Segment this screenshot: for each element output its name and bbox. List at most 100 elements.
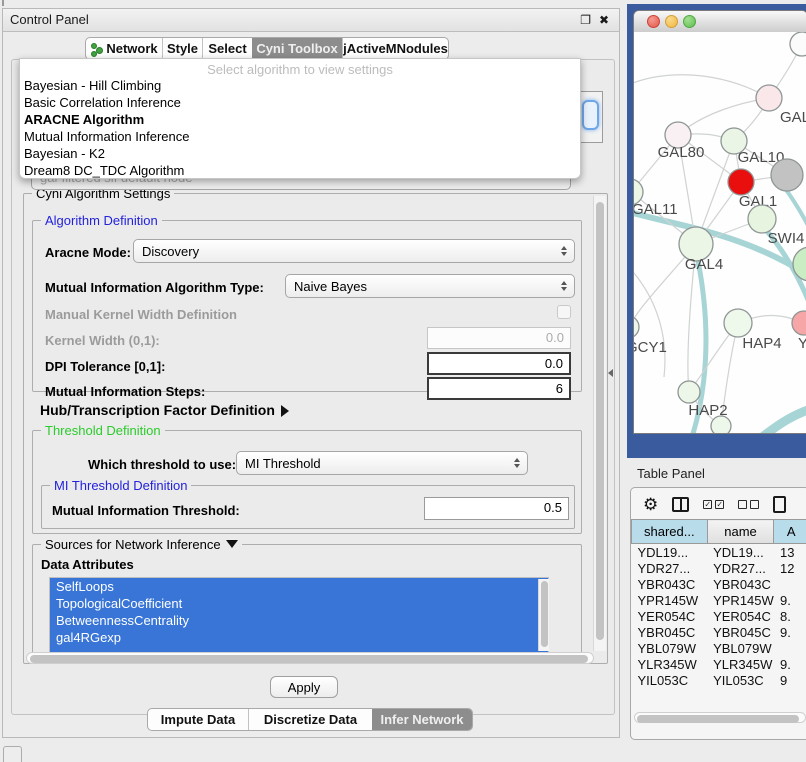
algorithm-option[interactable]: Basic Correlation Inference xyxy=(20,94,580,111)
algorithm-option[interactable]: Bayesian - Hill Climbing xyxy=(20,77,580,94)
column-header-name[interactable]: name xyxy=(707,520,774,544)
new-table-icon[interactable] xyxy=(773,496,786,513)
attribute-list-item[interactable]: TopologicalCoefficient xyxy=(50,595,548,612)
table-cell[interactable]: YPR145W xyxy=(707,592,774,608)
table-cell[interactable]: 9 xyxy=(774,672,806,688)
algorithm-option[interactable]: Bayesian - K2 xyxy=(20,145,580,162)
select-all-columns-icon[interactable]: ✓✓ xyxy=(703,500,724,509)
network-node-hap2[interactable] xyxy=(678,381,700,403)
panel-grip[interactable] xyxy=(3,746,22,762)
table-cell[interactable]: YLR345W xyxy=(632,656,708,672)
network-graph[interactable]: GALGAL80GAL10GAL1GAL11SWI4GAL4GCY1HAP4YH… xyxy=(634,32,806,434)
settings-horizontal-scrollbar[interactable] xyxy=(26,652,594,664)
table-horizontal-scrollbar[interactable] xyxy=(634,712,806,723)
table-cell[interactable]: YBR045C xyxy=(632,624,708,640)
table-row[interactable]: YDR27...YDR27...12 xyxy=(632,560,806,576)
network-edge[interactable] xyxy=(678,98,769,135)
tab-discretize-data[interactable]: Discretize Data xyxy=(248,709,372,730)
table-cell[interactable]: YBR045C xyxy=(707,624,774,640)
table-cell[interactable]: YBR043C xyxy=(632,576,708,592)
table-cell[interactable]: YER054C xyxy=(707,608,774,624)
tab-infer-network[interactable]: Infer Network xyxy=(372,709,472,730)
settings-vertical-scrollbar[interactable] xyxy=(593,196,606,651)
table-row[interactable]: YBR045CYBR045C9. xyxy=(632,624,806,640)
splitter-collapse-icon[interactable] xyxy=(608,369,613,377)
network-edge[interactable] xyxy=(634,75,769,98)
tab-network[interactable]: Network xyxy=(86,38,162,59)
split-columns-icon[interactable] xyxy=(672,497,689,512)
attribute-list-item[interactable]: SelfLoops xyxy=(50,578,548,595)
mi-threshold-input[interactable]: 0.5 xyxy=(424,497,569,520)
network-node[interactable] xyxy=(790,32,806,56)
combobox-stepper-focus[interactable] xyxy=(582,100,599,130)
network-node-gcy1[interactable] xyxy=(634,316,639,338)
network-edge[interactable] xyxy=(634,262,665,377)
table-cell[interactable]: 13 xyxy=(774,544,806,561)
table-cell[interactable]: YDL19... xyxy=(707,544,774,561)
network-edge[interactable] xyxy=(744,404,806,434)
table-cell[interactable]: YBR043C xyxy=(707,576,774,592)
algorithm-option[interactable]: Mutual Information Inference xyxy=(20,128,580,145)
table-cell[interactable] xyxy=(774,576,806,592)
algorithm-option[interactable]: ARACNE Algorithm xyxy=(20,111,580,128)
attribute-list-item[interactable]: gal4RGexp xyxy=(50,629,548,646)
apply-button[interactable]: Apply xyxy=(270,676,338,698)
table-row[interactable]: YBL079WYBL079W xyxy=(632,640,806,656)
zoom-traffic-light-icon[interactable] xyxy=(683,15,696,28)
kernel-width-input[interactable]: 0.0 xyxy=(427,327,571,349)
network-node-swi4[interactable] xyxy=(748,205,776,233)
table-cell[interactable]: 12 xyxy=(774,560,806,576)
hub-definition-expander[interactable]: Hub/Transcription Factor Definition xyxy=(40,402,289,418)
table-horizontal-scrollbar-thumb[interactable] xyxy=(637,715,799,723)
network-window-titlebar[interactable] xyxy=(634,11,806,33)
settings-horizontal-scrollbar-thumb[interactable] xyxy=(30,655,588,663)
table-row[interactable]: YER054CYER054C8. xyxy=(632,608,806,624)
mi-type-combobox[interactable]: Naive Bayes xyxy=(285,274,575,298)
settings-vertical-scrollbar-thumb[interactable] xyxy=(596,202,604,640)
attribute-list-item[interactable]: BetweennessCentrality xyxy=(50,612,548,629)
table-cell[interactable]: YDR27... xyxy=(707,560,774,576)
tab-select[interactable]: Select xyxy=(202,38,252,59)
table-row[interactable]: YDL19...YDL19...13 xyxy=(632,544,806,561)
float-window-icon[interactable]: ❐ xyxy=(580,13,591,27)
network-node-hap4[interactable] xyxy=(724,309,752,337)
table-cell[interactable]: YBL079W xyxy=(707,640,774,656)
algorithm-option[interactable]: Dream8 DC_TDC Algorithm xyxy=(20,162,580,179)
table-cell[interactable]: YIL053C xyxy=(632,672,708,688)
table-cell[interactable]: YER054C xyxy=(632,608,708,624)
network-node[interactable] xyxy=(711,416,731,434)
table-cell[interactable]: YDR27... xyxy=(632,560,708,576)
table-cell[interactable]: YDL19... xyxy=(632,544,708,561)
algorithm-combobox-fragment[interactable] xyxy=(579,91,603,143)
network-node[interactable] xyxy=(771,159,803,191)
gear-icon[interactable]: ⚙ xyxy=(643,496,658,513)
tab-style[interactable]: Style xyxy=(162,38,202,59)
table-cell[interactable]: 9. xyxy=(774,592,806,608)
network-node-gal[interactable] xyxy=(756,85,782,111)
table-cell[interactable]: YIL053C xyxy=(707,672,774,688)
minimize-traffic-light-icon[interactable] xyxy=(665,15,678,28)
dpi-tolerance-input[interactable]: 0.0 xyxy=(427,352,571,375)
tab-jactivemnodules[interactable]: jActiveMNodules xyxy=(342,38,448,59)
table-row[interactable]: YLR345WYLR345W9. xyxy=(632,656,806,672)
aracne-mode-combobox[interactable]: Discovery xyxy=(133,239,575,263)
table-cell[interactable]: 8. xyxy=(774,608,806,624)
manual-kernel-checkbox[interactable] xyxy=(557,305,571,319)
column-header-shared[interactable]: shared... xyxy=(632,520,708,544)
table-cell[interactable]: YBL079W xyxy=(632,640,708,656)
close-window-icon[interactable]: ✖ xyxy=(599,13,609,27)
table-cell[interactable]: 9. xyxy=(774,656,806,672)
table-row[interactable]: YPR145WYPR145W9. xyxy=(632,592,806,608)
table-cell[interactable]: 9. xyxy=(774,624,806,640)
tab-impute-data[interactable]: Impute Data xyxy=(148,709,248,730)
close-traffic-light-icon[interactable] xyxy=(647,15,660,28)
attributes-vertical-scrollbar[interactable] xyxy=(538,579,549,651)
attributes-vertical-scrollbar-thumb[interactable] xyxy=(541,581,548,647)
sources-title[interactable]: Sources for Network Inference xyxy=(41,537,242,552)
table-cell[interactable] xyxy=(774,640,806,656)
network-node-y[interactable] xyxy=(792,311,806,335)
network-canvas[interactable]: GALGAL80GAL10GAL1GAL11SWI4GAL4GCY1HAP4YH… xyxy=(634,32,806,434)
table-cell[interactable]: YPR145W xyxy=(632,592,708,608)
table-row[interactable]: YBR043CYBR043C xyxy=(632,576,806,592)
column-header-a[interactable]: A xyxy=(774,520,806,544)
